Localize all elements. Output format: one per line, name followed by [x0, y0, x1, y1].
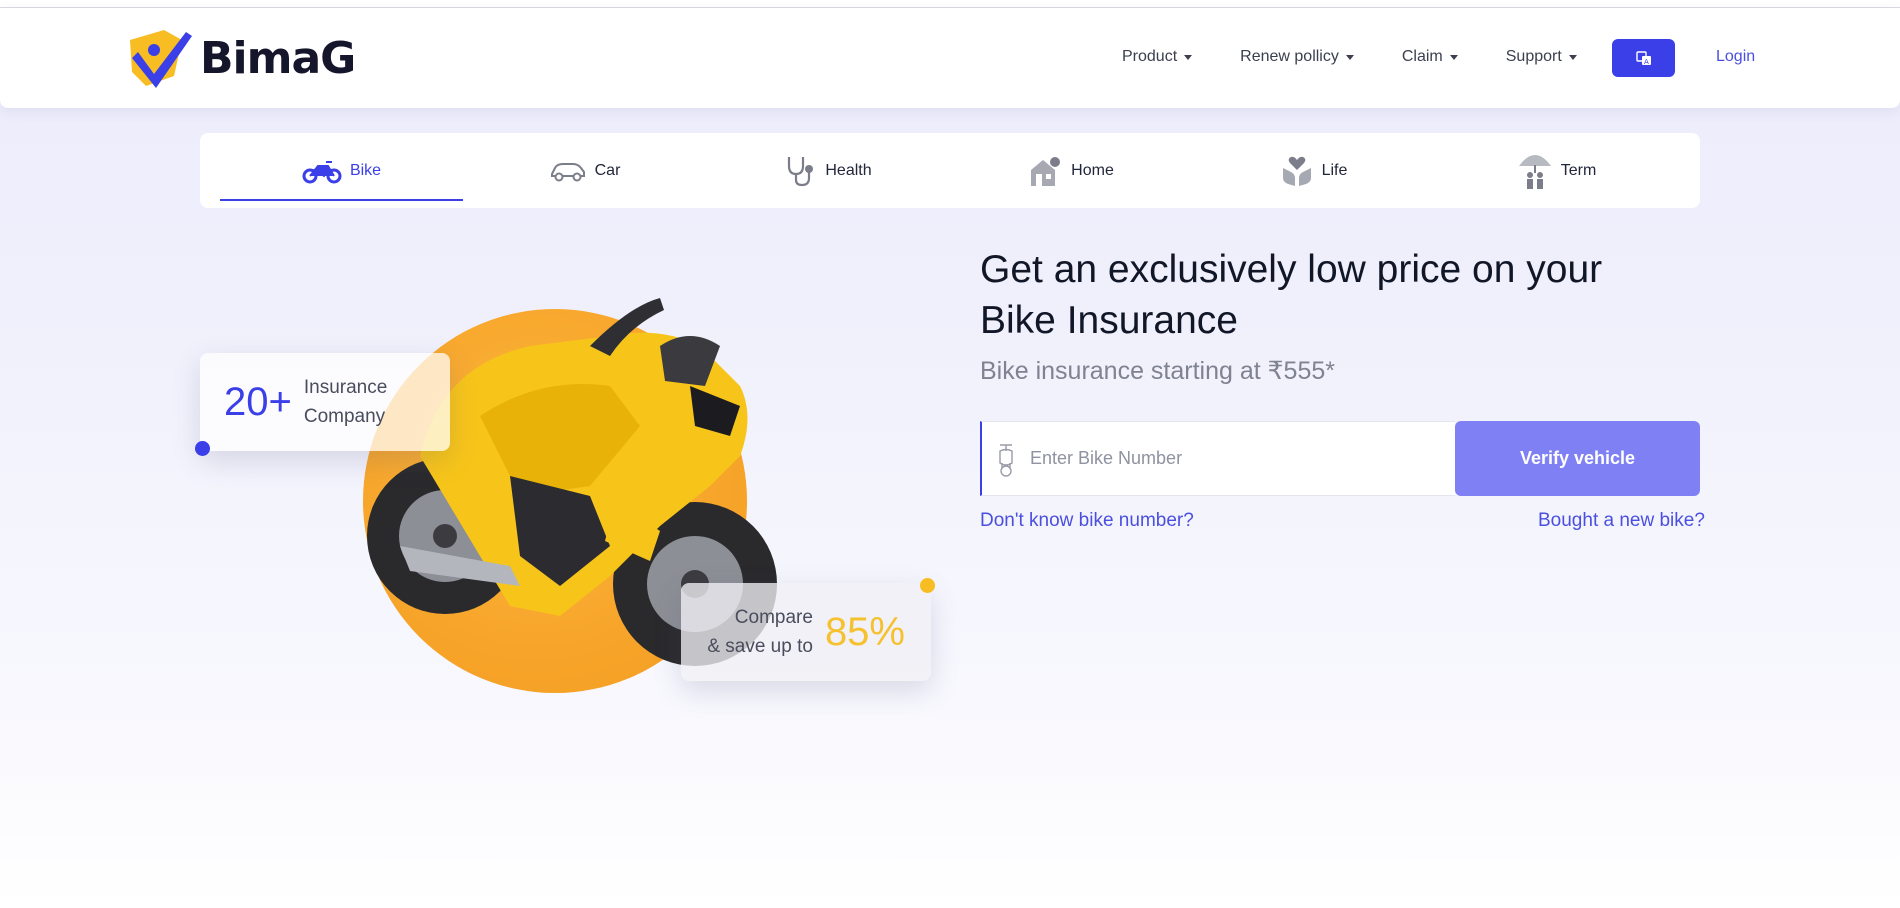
brand-logo[interactable]: BimaG [124, 26, 356, 90]
heart-hands-icon [1282, 156, 1311, 186]
logo-check-icon [130, 30, 192, 88]
insurers-caption-line2: Company [303, 406, 386, 427]
insurers-count: 20+ [224, 379, 292, 424]
tab-bike-label: Bike [349, 161, 382, 179]
nav-renew-label: Renew pollicy [1240, 48, 1339, 65]
top-border [0, 0, 1900, 8]
tab-life[interactable]: Life [1192, 133, 1435, 208]
login-link[interactable]: Login [1716, 48, 1755, 66]
savings-caption: Compare & save up to [707, 603, 813, 661]
tab-home[interactable]: Home [949, 133, 1192, 208]
tab-health-label: Health [825, 161, 872, 179]
bike-number-input[interactable] [1030, 448, 1430, 469]
decorative-dot-yellow [920, 578, 935, 593]
nav-support[interactable]: Support [1506, 48, 1577, 66]
savings-caption-line1: Compare [734, 607, 813, 628]
tab-bike[interactable]: Bike [220, 133, 463, 208]
decorative-dot-blue [195, 441, 210, 456]
tab-life-label: Life [1321, 161, 1348, 179]
hero-title: Get an exclusively low price on your Bik… [980, 244, 1700, 346]
main-nav: Product Renew pollicy Claim Support [1100, 48, 1577, 66]
chevron-down-icon [1568, 55, 1577, 60]
nav-claim-label: Claim [1401, 48, 1443, 65]
umbrella-family-icon [1518, 154, 1551, 189]
new-bike-link[interactable]: Bought a new bike? [1538, 510, 1705, 532]
nav-product-label: Product [1122, 48, 1178, 65]
insurers-stat-card: 20+ Insurance Company [200, 353, 450, 451]
tab-home-label: Home [1071, 161, 1114, 179]
tab-car-label: Car [594, 161, 621, 179]
product-tabs: Bike Car Health Home Life Term [200, 133, 1700, 208]
vehicle-search: Verify vehicle [980, 421, 1700, 496]
savings-percent: 85% [824, 609, 905, 654]
hero-title-line2: Bike Insurance [980, 299, 1238, 342]
hero-visual: 20+ Insurance Company Compare & save up … [195, 280, 950, 740]
tab-term[interactable]: Term [1435, 133, 1678, 208]
savings-caption-line2: & save up to [707, 636, 813, 657]
hero-subtitle: Bike insurance starting at ₹555* [980, 357, 1335, 385]
tab-car[interactable]: Car [463, 133, 706, 208]
insurers-caption-line1: Insurance [303, 377, 388, 398]
svg-text:A: A [1644, 58, 1649, 66]
scooter-icon [999, 443, 1013, 477]
translate-icon: A [1635, 51, 1651, 66]
hero-text: Get an exclusively low price on your Bik… [980, 244, 1700, 386]
dont-know-number-link[interactable]: Don't know bike number? [980, 510, 1194, 532]
nav-renew-policy[interactable]: Renew pollicy [1240, 48, 1354, 66]
stethoscope-icon [788, 156, 814, 186]
tab-health[interactable]: Health [706, 133, 949, 208]
house-icon [1031, 156, 1061, 186]
chevron-down-icon [1184, 55, 1193, 60]
brand-name: BimaG [200, 32, 356, 84]
car-icon [550, 162, 585, 181]
site-header: BimaG Product Renew pollicy Claim Suppor… [0, 8, 1900, 108]
nav-claim[interactable]: Claim [1402, 48, 1458, 66]
chevron-down-icon [1345, 55, 1354, 60]
tab-term-label: Term [1560, 161, 1597, 179]
bike-number-field[interactable] [980, 421, 1455, 496]
verify-vehicle-button[interactable]: Verify vehicle [1455, 421, 1700, 496]
language-button[interactable]: A [1612, 39, 1675, 77]
hero-title-line1: Get an exclusively low price on your [980, 248, 1603, 291]
active-tab-indicator [220, 199, 463, 201]
insurers-caption: Insurance Company [304, 373, 387, 431]
motorbike-icon [302, 160, 342, 183]
savings-stat-card: Compare & save up to 85% [681, 583, 931, 681]
nav-support-label: Support [1505, 48, 1562, 65]
nav-product[interactable]: Product [1122, 48, 1193, 66]
chevron-down-icon [1449, 55, 1458, 60]
